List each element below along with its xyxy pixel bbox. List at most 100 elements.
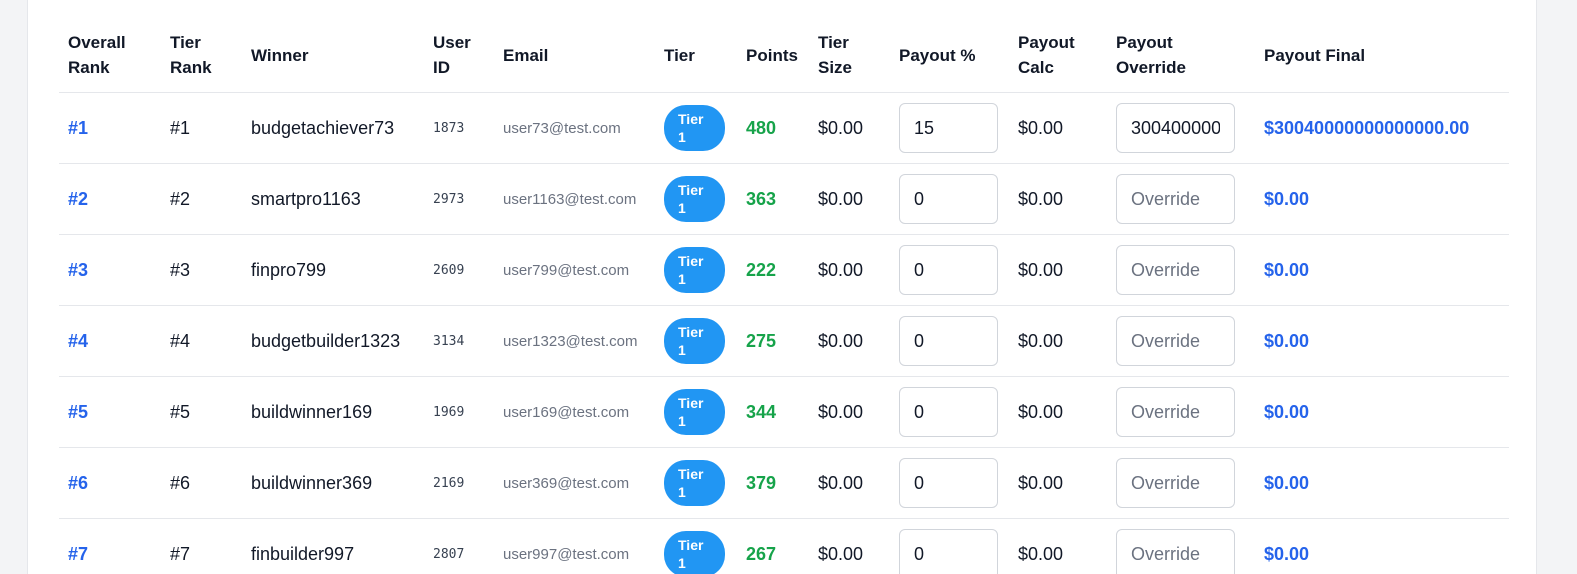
tier-rank-cell: #2 (161, 163, 242, 235)
payout-override-input[interactable] (1116, 174, 1235, 224)
email-cell: user1163@test.com (494, 163, 655, 235)
winner-cell: finpro799 (242, 234, 424, 306)
overall-rank-link[interactable]: #5 (68, 402, 88, 422)
payout-calc-cell: $0.00 (1009, 234, 1107, 306)
table-row: #5 #5 buildwinner169 1969 user169@test.c… (59, 376, 1509, 448)
header-points[interactable]: Points (737, 20, 809, 93)
tier-size-cell: $0.00 (809, 447, 890, 519)
payout-override-input[interactable] (1116, 103, 1235, 153)
payout-pct-input[interactable] (899, 316, 998, 366)
header-payout-override[interactable]: Payout Override (1107, 20, 1255, 93)
overall-rank-cell: #2 (59, 163, 161, 235)
payout-pct-input[interactable] (899, 387, 998, 437)
tier-cell: Tier 1 (655, 447, 737, 519)
payout-pct-input[interactable] (899, 103, 998, 153)
tier-cell: Tier 1 (655, 305, 737, 377)
tier-cell: Tier 1 (655, 376, 737, 448)
header-email[interactable]: Email (494, 20, 655, 93)
header-overall-rank[interactable]: Overall Rank (59, 20, 161, 93)
table-body: #1 #1 budgetachiever73 1873 user73@test.… (59, 92, 1509, 574)
payout-panel: Overall Rank Tier Rank Winner User ID Email… (27, 0, 1537, 574)
tier-cell: Tier 1 (655, 518, 737, 574)
payout-override-cell (1107, 92, 1255, 164)
payout-override-input[interactable] (1116, 458, 1235, 508)
email-cell: user369@test.com (494, 447, 655, 519)
payout-pct-input[interactable] (899, 174, 998, 224)
payout-final-cell: $0.00 (1255, 234, 1509, 306)
payout-pct-input[interactable] (899, 529, 998, 574)
points-cell: 344 (737, 376, 809, 448)
payout-override-cell (1107, 376, 1255, 448)
points-cell: 222 (737, 234, 809, 306)
user-id-cell: 1969 (424, 376, 494, 448)
email-cell: user169@test.com (494, 376, 655, 448)
payout-override-input[interactable] (1116, 387, 1235, 437)
email-cell: user1323@test.com (494, 305, 655, 377)
payout-calc-cell: $0.00 (1009, 163, 1107, 235)
payout-calc-cell: $0.00 (1009, 305, 1107, 377)
payout-override-cell (1107, 518, 1255, 574)
header-user-id[interactable]: User ID (424, 20, 494, 93)
payout-pct-input[interactable] (899, 458, 998, 508)
email-cell: user799@test.com (494, 234, 655, 306)
user-id-cell: 2807 (424, 518, 494, 574)
payout-override-input[interactable] (1116, 529, 1235, 574)
table-row: #7 #7 finbuilder997 2807 user997@test.co… (59, 518, 1509, 574)
table-row: #6 #6 buildwinner369 2169 user369@test.c… (59, 447, 1509, 519)
payout-override-cell (1107, 305, 1255, 377)
overall-rank-cell: #1 (59, 92, 161, 164)
header-payout-final[interactable]: Payout Final (1255, 20, 1509, 93)
payout-pct-input[interactable] (899, 245, 998, 295)
tier-size-cell: $0.00 (809, 376, 890, 448)
tier-badge: Tier 1 (664, 176, 725, 222)
payout-override-cell (1107, 447, 1255, 519)
header-tier-rank[interactable]: Tier Rank (161, 20, 242, 93)
tier-badge: Tier 1 (664, 531, 725, 574)
overall-rank-link[interactable]: #3 (68, 260, 88, 280)
payout-override-cell (1107, 163, 1255, 235)
overall-rank-link[interactable]: #2 (68, 189, 88, 209)
user-id-cell: 1873 (424, 92, 494, 164)
tier-badge: Tier 1 (664, 460, 725, 506)
header-tier[interactable]: Tier (655, 20, 737, 93)
email-cell: user997@test.com (494, 518, 655, 574)
tier-badge: Tier 1 (664, 318, 725, 364)
tier-cell: Tier 1 (655, 163, 737, 235)
tier-rank-cell: #1 (161, 92, 242, 164)
tier-badge: Tier 1 (664, 105, 725, 151)
tier-rank-cell: #3 (161, 234, 242, 306)
tier-size-cell: $0.00 (809, 92, 890, 164)
tier-cell: Tier 1 (655, 234, 737, 306)
overall-rank-link[interactable]: #1 (68, 118, 88, 138)
payout-final-cell: $0.00 (1255, 447, 1509, 519)
header-tier-size[interactable]: Tier Size (809, 20, 890, 93)
header-payout-calc[interactable]: Payout Calc (1009, 20, 1107, 93)
payout-final-cell: $0.00 (1255, 305, 1509, 377)
payout-override-input[interactable] (1116, 245, 1235, 295)
overall-rank-cell: #6 (59, 447, 161, 519)
overall-rank-link[interactable]: #7 (68, 544, 88, 564)
points-cell: 363 (737, 163, 809, 235)
tier-rank-cell: #6 (161, 447, 242, 519)
overall-rank-link[interactable]: #4 (68, 331, 88, 351)
header-winner[interactable]: Winner (242, 20, 424, 93)
payout-override-input[interactable] (1116, 316, 1235, 366)
winner-cell: buildwinner369 (242, 447, 424, 519)
user-id-cell: 3134 (424, 305, 494, 377)
header-payout-pct[interactable]: Payout % (890, 20, 1009, 93)
payout-pct-cell (890, 518, 1009, 574)
points-cell: 379 (737, 447, 809, 519)
tier-rank-cell: #5 (161, 376, 242, 448)
overall-rank-cell: #5 (59, 376, 161, 448)
overall-rank-cell: #7 (59, 518, 161, 574)
points-cell: 275 (737, 305, 809, 377)
payout-final-cell: $0.00 (1255, 518, 1509, 574)
tier-cell: Tier 1 (655, 92, 737, 164)
user-id-cell: 2609 (424, 234, 494, 306)
payout-table: Overall Rank Tier Rank Winner User ID Email… (59, 20, 1509, 574)
overall-rank-link[interactable]: #6 (68, 473, 88, 493)
payout-calc-cell: $0.00 (1009, 92, 1107, 164)
payout-calc-cell: $0.00 (1009, 376, 1107, 448)
user-id-cell: 2169 (424, 447, 494, 519)
tier-rank-cell: #4 (161, 305, 242, 377)
